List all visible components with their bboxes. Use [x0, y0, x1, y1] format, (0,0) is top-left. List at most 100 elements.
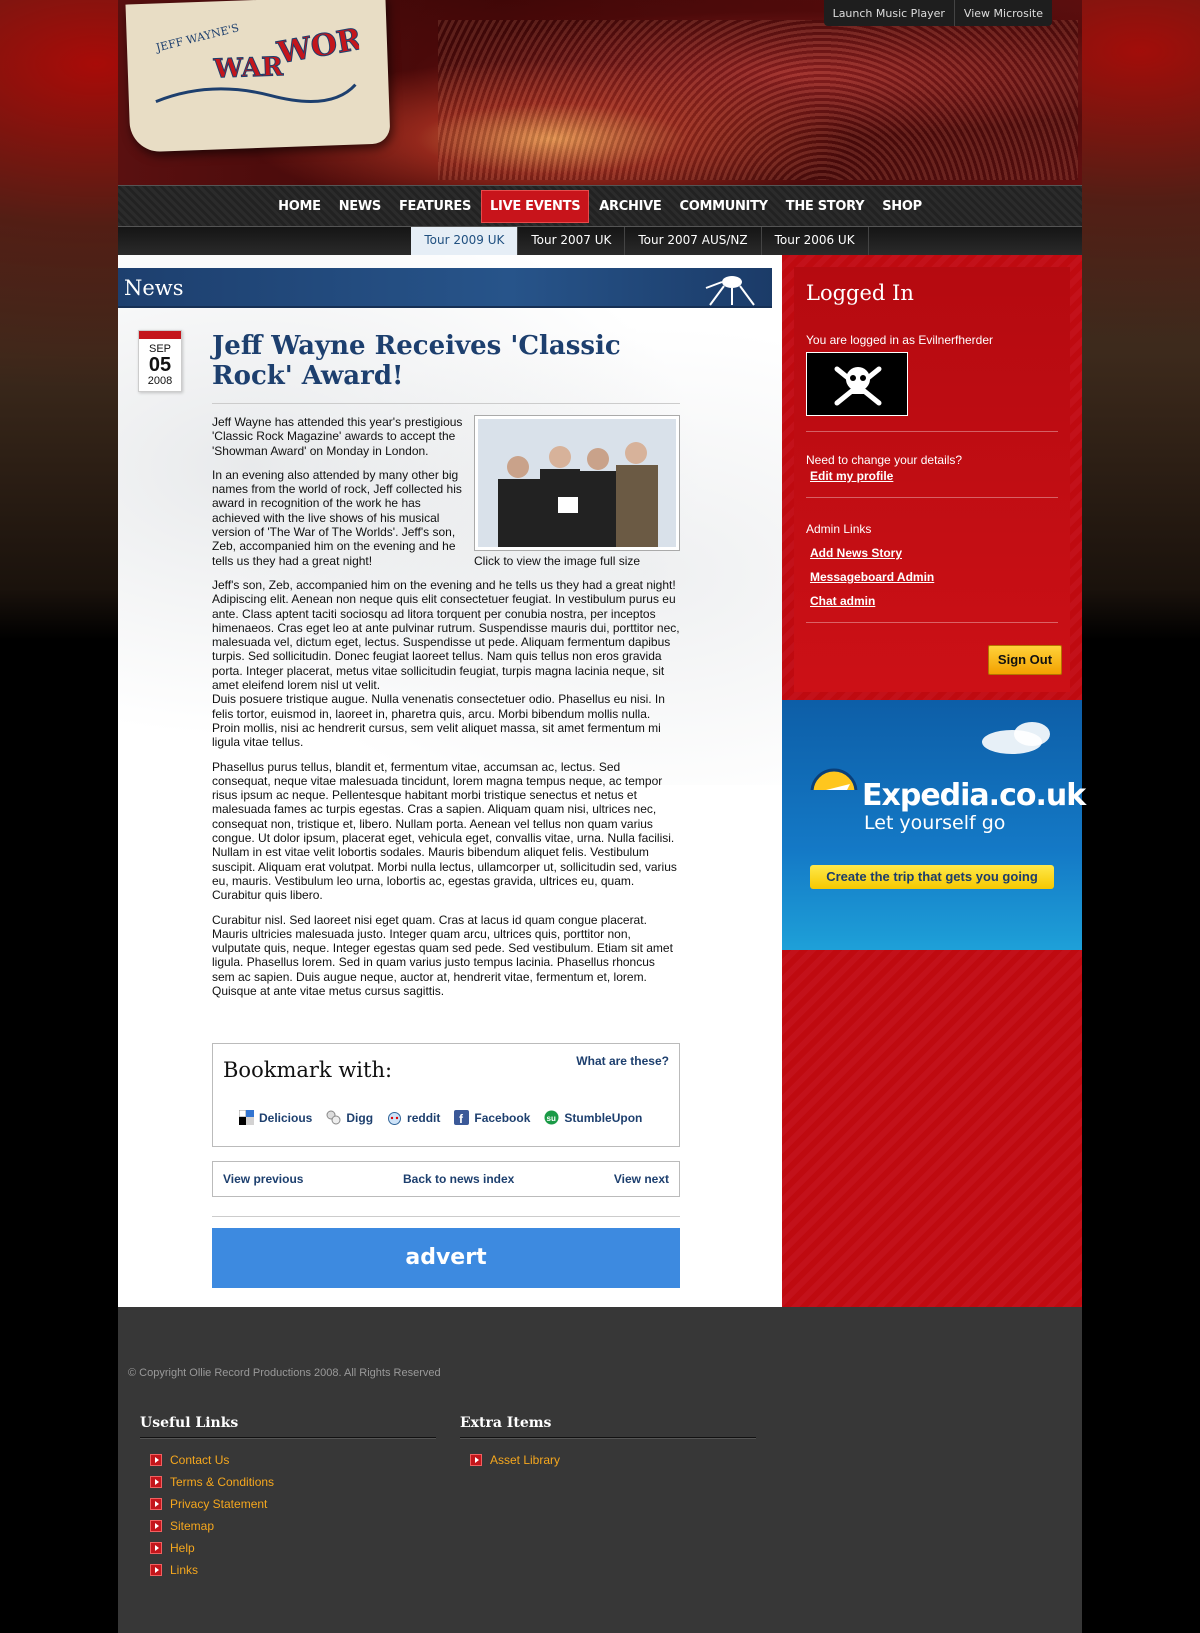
useful-links-column: Useful Links Contact Us Terms & Conditio… — [140, 1415, 436, 1584]
arrow-bullet-icon — [150, 1476, 162, 1488]
view-next-link[interactable]: View next — [614, 1172, 669, 1186]
change-details-text: Need to change your details? — [806, 453, 963, 467]
help-link[interactable]: Help — [170, 1541, 195, 1555]
top-links: Launch Music Player View Microsite — [823, 0, 1052, 26]
bookmark-stumbleupon[interactable]: su StumbleUpon — [544, 1110, 642, 1125]
nav-community[interactable]: COMMUNITY — [671, 191, 775, 222]
svg-text:JEFF WAYNE'S: JEFF WAYNE'S — [154, 21, 241, 54]
copyright: © Copyright Ollie Record Productions 200… — [128, 1367, 441, 1379]
privacy-link[interactable]: Privacy Statement — [170, 1497, 267, 1511]
delicious-icon — [238, 1109, 254, 1125]
messageboard-admin-link[interactable]: Messageboard Admin — [810, 570, 934, 584]
arrow-bullet-icon — [150, 1564, 162, 1576]
concert-photo — [438, 20, 1078, 180]
svg-text:su: su — [547, 1114, 556, 1123]
useful-links-title: Useful Links — [140, 1415, 436, 1438]
article-paragraph: Duis posuere tristique augue. Nulla vene… — [212, 692, 665, 750]
chat-admin-link[interactable]: Chat admin — [810, 594, 875, 608]
article-paragraph: Curabitur nisl. Sed laoreet nisi eget qu… — [212, 912, 673, 998]
avatar — [806, 352, 908, 416]
arrow-bullet-icon — [150, 1542, 162, 1554]
edit-profile-link[interactable]: Edit my profile — [810, 469, 893, 483]
expedia-brand: Expedia.co.uk — [862, 778, 1086, 813]
footer: © Copyright Ollie Record Productions 200… — [118, 1307, 1082, 1633]
expedia-tagline: Let yourself go — [864, 812, 1006, 834]
facebook-icon: f — [454, 1110, 470, 1126]
nav-the-story[interactable]: THE STORY — [778, 191, 872, 222]
subnav-tour-2009-uk[interactable]: Tour 2009 UK — [411, 227, 519, 255]
advert-divider — [212, 1216, 680, 1217]
sub-nav: Tour 2009 UK Tour 2007 UK Tour 2007 AUS/… — [118, 227, 1082, 255]
bookmark-delicious[interactable]: Delicious — [238, 1109, 312, 1125]
stumbleupon-icon: su — [544, 1110, 559, 1125]
footer-link-item[interactable]: Help — [150, 1540, 436, 1556]
nav-archive[interactable]: ARCHIVE — [591, 191, 669, 222]
site-logo[interactable]: JEFF WAYNE'S WAR WORLDS — [125, 0, 391, 153]
expedia-cta-button[interactable]: Create the trip that gets you going — [810, 865, 1054, 889]
date-day: 05 — [148, 354, 172, 376]
login-heading: Logged In — [806, 281, 914, 305]
sitemap-link[interactable]: Sitemap — [170, 1519, 214, 1533]
nav-shop[interactable]: SHOP — [874, 191, 930, 222]
view-previous-link[interactable]: View previous — [223, 1172, 303, 1186]
contact-us-link[interactable]: Contact Us — [170, 1453, 229, 1467]
extra-items-column: Extra Items Asset Library — [460, 1415, 756, 1474]
article-photo[interactable]: Click to view the image full size — [474, 415, 680, 568]
subnav-tour-2007-uk[interactable]: Tour 2007 UK — [518, 227, 626, 255]
expedia-ad[interactable]: Expedia.co.uk Let yourself go Create the… — [782, 700, 1086, 950]
date-tag: SEP 05 2008 — [138, 330, 182, 392]
admin-links-heading: Admin Links — [806, 522, 872, 536]
what-are-these-link[interactable]: What are these? — [576, 1054, 669, 1068]
footer-link-item[interactable]: Links — [150, 1562, 436, 1578]
reddit-icon — [387, 1110, 402, 1125]
tripod-icon — [705, 276, 755, 306]
news-banner: News — [118, 268, 772, 308]
footer-link-item[interactable]: Privacy Statement — [150, 1496, 436, 1512]
photo-caption: Click to view the image full size — [474, 554, 641, 568]
back-to-index-link[interactable]: Back to news index — [403, 1172, 514, 1186]
footer-link-item[interactable]: Terms & Conditions — [150, 1474, 436, 1490]
login-box: Logged In You are logged in as Evilnerfh… — [794, 267, 1070, 692]
article-paragraph: Phasellus purus tellus, blandit et, ferm… — [212, 759, 677, 903]
advert-banner[interactable]: advert — [212, 1228, 680, 1288]
asset-library-link[interactable]: Asset Library — [490, 1453, 560, 1467]
add-news-story-link[interactable]: Add News Story — [810, 546, 902, 560]
sidebar: Logged In You are logged in as Evilnerfh… — [782, 255, 1086, 1307]
nav-features[interactable]: FEATURES — [391, 191, 479, 222]
title-divider — [212, 403, 680, 404]
digg-icon — [326, 1110, 341, 1125]
arrow-bullet-icon — [150, 1520, 162, 1532]
bookmark-facebook[interactable]: f Facebook — [454, 1110, 530, 1126]
date-year: 2008 — [147, 375, 173, 387]
terms-link[interactable]: Terms & Conditions — [170, 1475, 274, 1489]
bookmark-heading: Bookmark with: — [223, 1058, 393, 1082]
svg-text:WORLDS: WORLDS — [274, 14, 362, 71]
arrow-bullet-icon — [150, 1454, 162, 1466]
links-link[interactable]: Links — [170, 1563, 198, 1577]
news-content: News SEP 05 2008 Jeff Wayne Receives 'Cl… — [118, 255, 782, 1337]
subnav-tour-2006-uk[interactable]: Tour 2006 UK — [762, 227, 869, 255]
bookmark-reddit[interactable]: reddit — [387, 1110, 440, 1125]
arrow-bullet-icon — [470, 1454, 482, 1466]
launch-music-player-link[interactable]: Launch Music Player — [824, 0, 954, 26]
award-photo[interactable] — [478, 419, 676, 547]
bookmark-box: Bookmark with: What are these? Delicious… — [212, 1043, 680, 1147]
view-microsite-link[interactable]: View Microsite — [953, 0, 1052, 26]
article-pager: View previous Back to news index View ne… — [212, 1161, 680, 1197]
sign-out-button[interactable]: Sign Out — [988, 645, 1062, 675]
footer-link-item[interactable]: Sitemap — [150, 1518, 436, 1534]
nav-news[interactable]: NEWS — [331, 191, 389, 222]
bookmark-digg[interactable]: Digg — [326, 1110, 373, 1125]
logged-in-text: You are logged in as Evilnerfherder — [806, 333, 994, 347]
nav-live-events[interactable]: LIVE EVENTS — [481, 189, 590, 223]
footer-link-item[interactable]: Contact Us — [150, 1452, 436, 1468]
skull-crossbones-icon — [834, 366, 882, 406]
footer-link-item[interactable]: Asset Library — [470, 1452, 756, 1468]
extra-items-title: Extra Items — [460, 1415, 756, 1438]
arrow-bullet-icon — [150, 1498, 162, 1510]
subnav-tour-2007-aus-nz[interactable]: Tour 2007 AUS/NZ — [625, 227, 762, 255]
cloud-and-plane-icon — [810, 722, 1050, 790]
page-wrapper: JEFF WAYNE'S WAR WORLDS Launch Music Pla… — [118, 0, 1086, 1633]
main-nav: HOME NEWS FEATURES LIVE EVENTS ARCHIVE C… — [118, 185, 1082, 227]
nav-home[interactable]: HOME — [270, 191, 329, 222]
